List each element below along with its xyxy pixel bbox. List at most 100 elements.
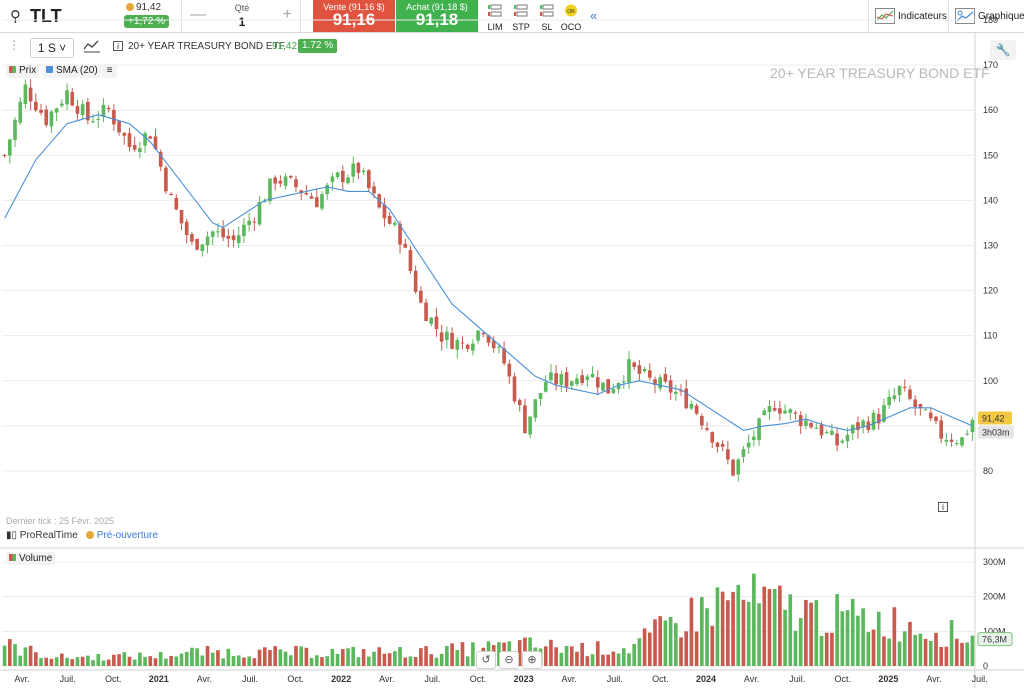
volume-bar bbox=[49, 658, 54, 666]
price-tick-label: 150 bbox=[983, 150, 998, 160]
candle-body bbox=[210, 231, 215, 237]
candle-body bbox=[606, 379, 610, 394]
volume-bar bbox=[632, 643, 637, 666]
legend-sma[interactable]: SMA (20) bbox=[43, 64, 101, 78]
volume-bar bbox=[705, 608, 709, 666]
price-swatch bbox=[9, 66, 16, 73]
volume-bar bbox=[429, 654, 434, 666]
info-icon[interactable]: i bbox=[113, 41, 123, 51]
candle-body bbox=[517, 400, 522, 406]
time-tick-label: Oct. bbox=[470, 674, 487, 684]
volume-bar bbox=[127, 656, 132, 666]
volume-swatch bbox=[9, 554, 16, 561]
price-chart[interactable]: 801001101201301401501601701800100M200M30… bbox=[0, 0, 1024, 688]
volume-tick-label: 0 bbox=[983, 661, 988, 671]
volume-bar bbox=[377, 647, 382, 666]
candle-body bbox=[39, 109, 43, 113]
candle-body bbox=[75, 106, 80, 114]
period-value: 1 S bbox=[37, 41, 56, 55]
legend-price[interactable]: Prix bbox=[6, 64, 40, 78]
volume-bar bbox=[887, 638, 891, 666]
candle-body bbox=[471, 343, 475, 351]
chart-toolbar: ⋮ 1 S ˅ i 20+ YEAR TREASURY BOND ETF 91,… bbox=[0, 36, 980, 60]
candle-body bbox=[814, 427, 819, 429]
candle-body bbox=[757, 418, 761, 441]
volume-bar bbox=[257, 649, 262, 666]
legend-volume-label: Volume bbox=[19, 553, 53, 564]
reset-zoom-icon[interactable]: ↺ bbox=[476, 651, 496, 669]
volume-bar bbox=[80, 656, 85, 666]
candle-body bbox=[783, 410, 787, 414]
candle-body bbox=[278, 180, 283, 184]
candle-body bbox=[429, 317, 434, 324]
candle-body bbox=[642, 368, 647, 372]
volume-bar bbox=[190, 647, 194, 666]
candle-body bbox=[361, 170, 366, 173]
candle-body bbox=[533, 399, 538, 418]
price-tick-label: 180 bbox=[983, 15, 998, 25]
info-badge-icon[interactable]: i bbox=[938, 502, 948, 512]
volume-bar bbox=[169, 656, 173, 666]
candle-body bbox=[174, 197, 179, 210]
drag-handle-icon[interactable]: ⋮ bbox=[8, 38, 20, 58]
candle-body bbox=[226, 235, 231, 239]
candle-body bbox=[325, 184, 330, 195]
volume-bar bbox=[117, 654, 121, 666]
candle-body bbox=[549, 372, 553, 381]
candle-body bbox=[965, 433, 970, 435]
candle-body bbox=[611, 389, 616, 394]
candle-body bbox=[824, 432, 829, 434]
volume-bar bbox=[752, 573, 756, 666]
volume-bar bbox=[205, 646, 210, 666]
candle-body bbox=[273, 177, 277, 184]
volume-bar bbox=[450, 643, 454, 666]
sma-line bbox=[4, 114, 973, 431]
candle-body bbox=[809, 422, 813, 428]
candle-body bbox=[736, 459, 741, 475]
list-icon[interactable]: ≡ bbox=[102, 64, 117, 78]
candle-body bbox=[450, 332, 454, 349]
candle-body bbox=[314, 197, 319, 208]
volume-bar bbox=[856, 615, 860, 666]
volume-bar bbox=[684, 631, 689, 666]
legend-volume[interactable]: Volume bbox=[6, 552, 56, 565]
period-select[interactable]: 1 S ˅ bbox=[30, 38, 74, 58]
candle-body bbox=[871, 412, 876, 430]
watermark: 20+ YEAR TREASURY BOND ETF bbox=[770, 65, 990, 81]
volume-bar bbox=[75, 657, 80, 666]
volume-bar bbox=[320, 657, 324, 666]
candle-body bbox=[902, 386, 907, 388]
zoom-in-icon[interactable]: ⊕ bbox=[522, 651, 542, 669]
volume-bar bbox=[892, 607, 897, 666]
volume-bar bbox=[731, 591, 735, 666]
candle-body bbox=[819, 424, 824, 436]
provider-icon: ▮▯ bbox=[6, 530, 20, 541]
volume-bar bbox=[91, 660, 95, 666]
candle-body bbox=[465, 344, 470, 349]
candle-body bbox=[700, 415, 704, 426]
volume-bar bbox=[398, 647, 402, 666]
legend-price-label: Prix bbox=[19, 65, 37, 76]
candle-body bbox=[413, 270, 418, 292]
legend-sma-label: SMA (20) bbox=[56, 65, 98, 76]
candle-body bbox=[923, 409, 928, 411]
candle-body bbox=[507, 363, 512, 377]
wrench-icon[interactable]: 🔧 bbox=[990, 40, 1016, 60]
volume-bar bbox=[179, 653, 184, 666]
zoom-controls: ↺ ⊖ ⊕ bbox=[476, 650, 545, 670]
volume-bar bbox=[746, 601, 751, 666]
candle-body bbox=[268, 178, 272, 202]
candle-body bbox=[164, 167, 168, 192]
volume-bar bbox=[143, 656, 147, 666]
chart-type-button[interactable] bbox=[83, 38, 103, 58]
candle-body bbox=[283, 176, 288, 186]
volume-bar bbox=[819, 635, 824, 666]
volume-bar bbox=[325, 656, 330, 666]
candle-body bbox=[247, 220, 251, 226]
volume-bar bbox=[772, 588, 777, 666]
candle-body bbox=[731, 459, 735, 476]
volume-bar bbox=[273, 646, 277, 666]
volume-bar bbox=[106, 659, 111, 666]
candle-body bbox=[601, 382, 605, 391]
zoom-out-icon[interactable]: ⊖ bbox=[499, 651, 519, 669]
